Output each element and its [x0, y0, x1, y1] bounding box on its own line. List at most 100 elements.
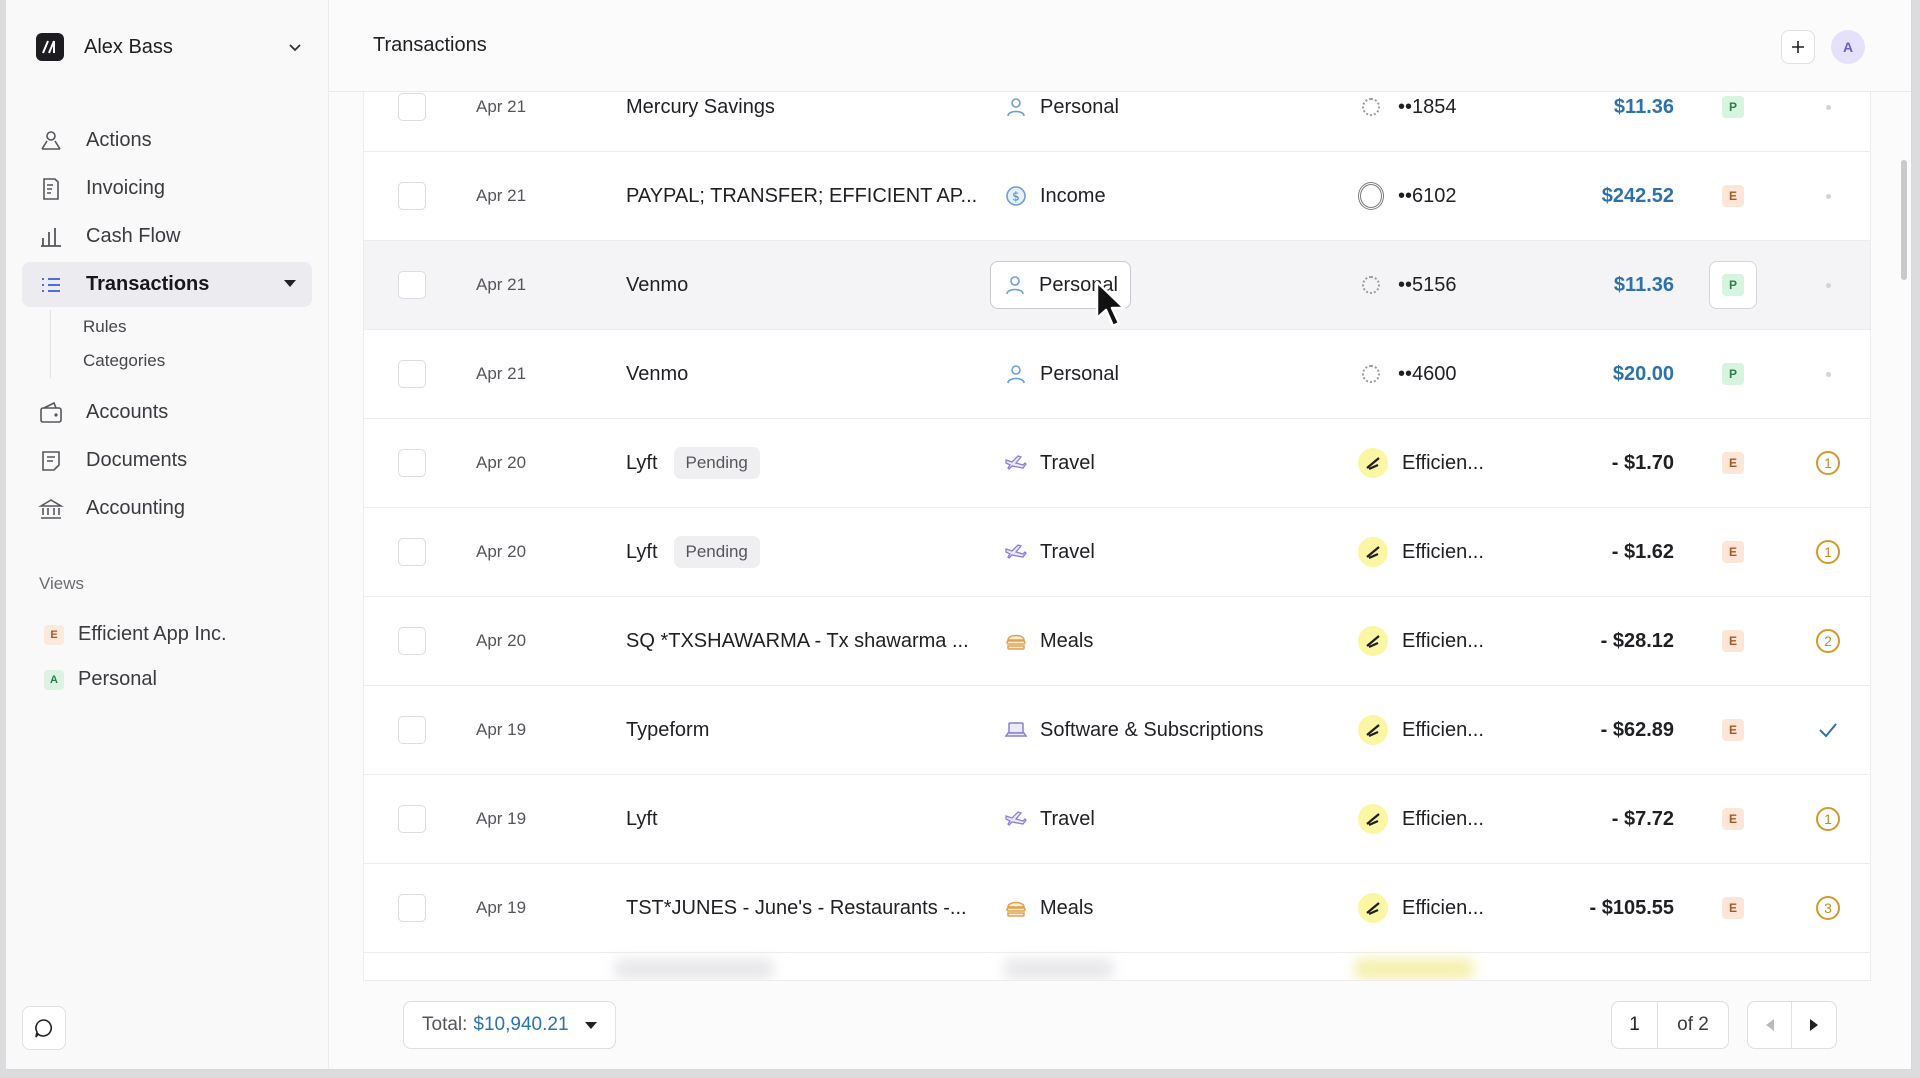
row-account: Efficien... — [1358, 775, 1484, 863]
next-page-button[interactable] — [1792, 1002, 1836, 1048]
row-tag[interactable]: P — [1722, 330, 1744, 418]
page-number-input[interactable]: 1 — [1612, 1002, 1658, 1048]
row-status[interactable]: 1 — [1808, 508, 1848, 596]
invoice-icon — [43, 177, 59, 200]
row-merchant: PAYPAL; TRANSFER; EFFICIENT AP... — [626, 184, 978, 207]
row-date: Apr 20 — [476, 453, 527, 472]
row-tag[interactable]: E — [1722, 597, 1744, 685]
view-badge: E — [44, 624, 64, 645]
plus-icon — [1792, 41, 1804, 53]
row-category[interactable]: Travel — [1004, 508, 1095, 596]
subnav-item-categories[interactable]: Categories — [83, 344, 312, 378]
total-dropdown[interactable]: Total: $10,940.21 — [403, 1001, 616, 1049]
add-button[interactable] — [1781, 30, 1815, 64]
row-amount: $11.36 — [1613, 273, 1674, 296]
row-checkbox[interactable] — [398, 864, 426, 952]
document-icon — [42, 450, 60, 471]
row-tag[interactable]: E — [1722, 775, 1744, 863]
row-account: Efficien... — [1358, 864, 1484, 952]
row-category[interactable]: Software & Subscriptions — [1004, 686, 1263, 774]
caret-down-icon — [584, 1021, 597, 1029]
row-account: Efficien... — [1358, 419, 1484, 507]
dollar-icon: $ — [1006, 186, 1026, 206]
table-row[interactable]: Apr 19 TST*JUNES - June's - Restaurants … — [364, 864, 1870, 953]
table-row[interactable]: Apr 21 Venmo Personal ••5156 $11.36 P — [364, 241, 1870, 330]
row-checkbox[interactable] — [398, 330, 426, 418]
table-row[interactable]: Apr 20 Lyft Pending Travel Efficien... - … — [364, 508, 1870, 597]
row-tag[interactable]: E — [1722, 152, 1744, 240]
view-item-efficient[interactable]: E Efficient App Inc. — [36, 612, 306, 657]
person-icon — [1006, 276, 1024, 295]
row-account: Efficien... — [1358, 597, 1484, 685]
row-tag[interactable]: P — [1709, 241, 1757, 329]
table-row[interactable]: Apr 20 Lyft Pending Travel Efficien... - … — [364, 419, 1870, 508]
row-category[interactable]: $ Income — [1004, 152, 1106, 240]
nav-item-cash-flow[interactable]: Cash Flow — [22, 214, 312, 259]
svg-text:$: $ — [1012, 190, 1020, 204]
row-checkbox[interactable] — [398, 241, 426, 329]
row-tag[interactable]: E — [1722, 864, 1744, 952]
receipt-count-icon: 1 — [1816, 807, 1840, 831]
row-checkbox[interactable] — [398, 152, 426, 240]
nav-item-accounts[interactable]: Accounts — [22, 390, 312, 435]
nav-item-accounting[interactable]: Accounting — [22, 486, 312, 531]
list-icon — [42, 277, 60, 292]
table-row[interactable]: Apr 19 Lyft Travel Efficien... - $7.72 E… — [364, 775, 1870, 864]
scrollbar[interactable] — [1901, 160, 1907, 280]
row-checkbox[interactable] — [398, 508, 426, 596]
row-category[interactable]: Meals — [1004, 864, 1093, 952]
view-item-personal[interactable]: A Personal — [36, 657, 306, 702]
row-tag[interactable]: E — [1722, 508, 1744, 596]
row-status — [1808, 330, 1848, 418]
bank-logo-icon — [1358, 182, 1384, 210]
row-category[interactable]: Personal — [990, 241, 1131, 329]
row-status[interactable]: 1 — [1808, 419, 1848, 507]
row-merchant: SQ *TXSHAWARMA - Tx shawarma ... — [626, 629, 969, 652]
pending-badge: Pending — [673, 536, 760, 568]
bar-chart-icon — [41, 227, 61, 247]
row-category[interactable]: Personal — [1004, 330, 1119, 418]
row-tag[interactable]: E — [1722, 419, 1744, 507]
receipt-count-icon: 2 — [1816, 629, 1840, 653]
laptop-icon — [1004, 722, 1028, 737]
row-checkbox[interactable] — [398, 775, 426, 863]
row-category[interactable]: Travel — [1004, 419, 1095, 507]
row-amount: - $1.62 — [1611, 540, 1674, 563]
row-merchant: Lyft Pending — [626, 419, 760, 507]
row-category[interactable]: Meals — [1004, 597, 1093, 685]
bank-logo-icon — [1358, 272, 1384, 298]
row-checkbox[interactable] — [398, 686, 426, 774]
main-nav: Actions Invoicing Cash Flow Transactions… — [22, 118, 312, 534]
plane-icon — [1005, 811, 1027, 826]
category-selector[interactable]: Personal — [990, 261, 1131, 309]
row-status[interactable]: 2 — [1808, 597, 1848, 685]
prev-page-button[interactable] — [1748, 1002, 1792, 1048]
row-date: Apr 20 — [476, 542, 527, 561]
table-row[interactable]: Apr 21 PAYPAL; TRANSFER; EFFICIENT AP...… — [364, 152, 1870, 241]
row-date: Apr 19 — [476, 898, 527, 917]
efficient-logo-icon — [1358, 626, 1388, 656]
row-checkbox[interactable] — [398, 419, 426, 507]
page-header: Transactions A — [329, 0, 1911, 92]
row-amount: - $28.12 — [1600, 629, 1674, 652]
row-merchant: TST*JUNES - June's - Restaurants -... — [626, 896, 967, 919]
subnav-item-rules[interactable]: Rules — [83, 310, 312, 344]
table-row[interactable]: Apr 21 Venmo Personal ••4600 $20.00 P — [364, 330, 1870, 419]
table-row[interactable]: Apr 20 SQ *TXSHAWARMA - Tx shawarma ... … — [364, 597, 1870, 686]
row-status[interactable]: 3 — [1808, 864, 1848, 952]
row-amount: $242.52 — [1601, 184, 1674, 207]
row-tag[interactable]: E — [1722, 686, 1744, 774]
row-checkbox[interactable] — [398, 597, 426, 685]
blurred-row — [364, 954, 1870, 980]
nav-item-documents[interactable]: Documents — [22, 438, 312, 483]
chat-button[interactable] — [22, 1006, 66, 1050]
nav-item-actions[interactable]: Actions — [22, 118, 312, 163]
row-amount: - $62.89 — [1600, 718, 1674, 741]
avatar[interactable]: A — [1831, 30, 1865, 64]
row-status[interactable]: 1 — [1808, 775, 1848, 863]
nav-item-invoicing[interactable]: Invoicing — [22, 166, 312, 211]
org-switcher[interactable]: Alex Bass — [36, 32, 306, 62]
nav-item-transactions[interactable]: Transactions — [22, 262, 312, 307]
row-category[interactable]: Travel — [1004, 775, 1095, 863]
table-row[interactable]: Apr 19 Typeform Software & Subscriptions… — [364, 686, 1870, 775]
